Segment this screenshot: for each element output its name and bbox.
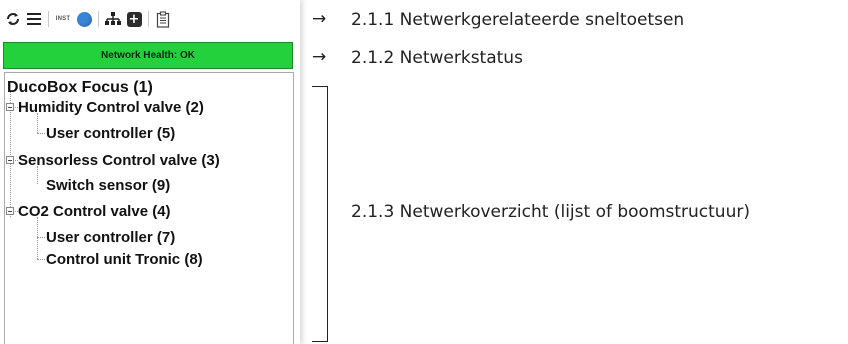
tree-line bbox=[37, 217, 38, 259]
annotation-shortcuts: 2.1.1 Netwerkgerelateerde sneltoetsen bbox=[351, 10, 685, 30]
tree-node-control-unit[interactable]: Control unit Tronic (8) bbox=[46, 251, 203, 268]
toolbar-divider bbox=[98, 11, 99, 27]
bracket bbox=[312, 86, 328, 342]
tree-node-switch-sensor[interactable]: Switch sensor (9) bbox=[46, 177, 170, 194]
network-toolbar: INST + bbox=[0, 0, 296, 38]
collapse-toggle[interactable] bbox=[6, 207, 14, 215]
collapse-toggle[interactable] bbox=[6, 103, 14, 111]
network-tree: DucoBox Focus (1) Humidity Control valve… bbox=[4, 72, 294, 344]
tree-node-user-controller[interactable]: User controller (5) bbox=[46, 125, 175, 142]
tree-node-co2-valve[interactable]: CO2 Control valve (4) bbox=[18, 203, 171, 220]
annotation-overview: 2.1.3 Netwerkoverzicht (lijst of boomstr… bbox=[351, 202, 750, 222]
refresh-icon[interactable] bbox=[4, 8, 22, 30]
tree-line bbox=[37, 237, 45, 238]
toolbar-divider bbox=[148, 11, 149, 27]
tree-line bbox=[37, 113, 38, 133]
install-mode-button[interactable]: INST bbox=[54, 8, 72, 30]
toolbar-divider bbox=[48, 11, 49, 27]
collapse-toggle[interactable] bbox=[6, 156, 14, 164]
clipboard-icon[interactable] bbox=[154, 8, 172, 30]
tree-line bbox=[37, 133, 45, 134]
network-health-text: Network Health: OK bbox=[101, 50, 195, 61]
network-icon[interactable] bbox=[104, 8, 122, 30]
network-panel: INST + Network Health: OK DucoBox Focus … bbox=[0, 0, 300, 344]
tree-node-user-controller[interactable]: User controller (7) bbox=[46, 229, 175, 246]
tree-node-sensorless-valve[interactable]: Sensorless Control valve (3) bbox=[18, 152, 220, 169]
plus-icon[interactable]: + bbox=[125, 8, 143, 30]
annotation-status: 2.1.2 Netwerkstatus bbox=[351, 48, 523, 68]
arrow-icon: → bbox=[312, 9, 327, 29]
tree-node-ducobox[interactable]: DucoBox Focus (1) bbox=[7, 79, 153, 97]
arrow-icon: → bbox=[312, 47, 327, 67]
blue-dot-icon[interactable] bbox=[75, 8, 93, 30]
network-health-status: Network Health: OK bbox=[3, 42, 293, 69]
hamburger-icon[interactable] bbox=[25, 8, 43, 30]
tree-line bbox=[37, 259, 45, 260]
tree-node-humidity-valve[interactable]: Humidity Control valve (2) bbox=[18, 99, 204, 116]
